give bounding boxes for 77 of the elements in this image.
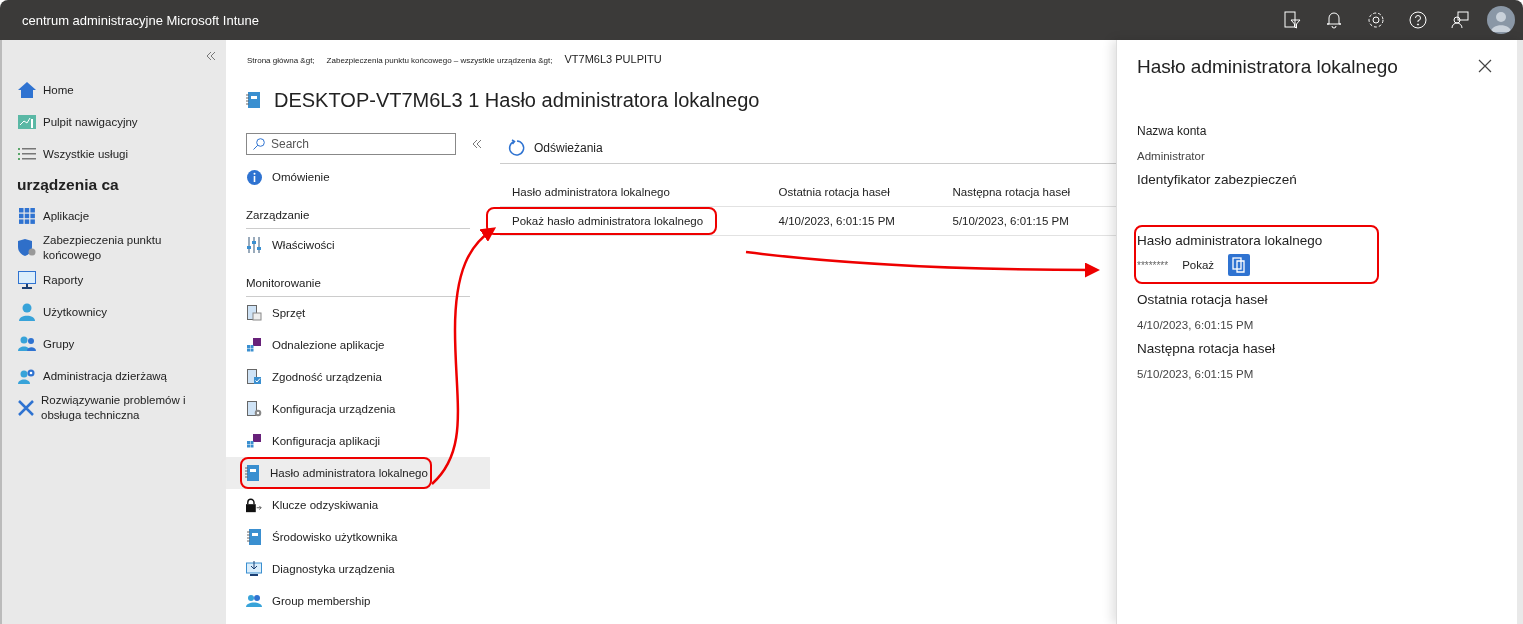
field-label: Ostatnia rotacja haseł bbox=[1137, 292, 1269, 307]
users-icon bbox=[246, 595, 262, 607]
shield-icon bbox=[17, 239, 37, 257]
table-cell: 4/10/2023, 6:01:15 PM bbox=[766, 206, 941, 236]
column-header: Hasło administratora lokalnego bbox=[500, 178, 767, 207]
nav-item[interactable]: Rozwiązywanie problemów i obsługa techniczna bbox=[41, 393, 220, 423]
menu-item[interactable]: Odnalezione aplikacje bbox=[226, 329, 490, 361]
home-icon bbox=[17, 81, 37, 99]
page-title: DESKTOP-VT7M6L3 1 Hasło administratora lokalnego bbox=[274, 88, 760, 112]
field-label: Nazwa konta bbox=[1137, 124, 1208, 138]
close-icon[interactable] bbox=[1477, 59, 1493, 75]
lock-icon bbox=[246, 497, 262, 513]
refresh-icon bbox=[508, 139, 526, 157]
sliders-icon bbox=[247, 237, 261, 253]
menu-item[interactable]: Konfiguracja urządzenia bbox=[226, 393, 490, 425]
search-field[interactable]: Search bbox=[246, 133, 456, 155]
breadcrumb-link[interactable]: Strona główna &gt; bbox=[247, 56, 315, 65]
notebook-icon bbox=[245, 465, 259, 481]
avatar-icon[interactable] bbox=[1487, 6, 1515, 34]
monitor-download-icon bbox=[246, 561, 262, 577]
app-title: centrum administracyjne Microsoft Intune bbox=[22, 12, 260, 28]
nav-item[interactable]: Zabezpieczenia punktu końcowego bbox=[43, 233, 220, 263]
panel-title: Hasło administratora lokalnego bbox=[1137, 56, 1398, 78]
menu-item[interactable]: Sprzęt bbox=[226, 297, 490, 329]
menu-item[interactable]: Omówienie bbox=[226, 161, 490, 193]
field-label: Hasło administratora lokalnego bbox=[1137, 233, 1324, 248]
table-cell: 5/10/2023, 6:01:15 PM bbox=[940, 206, 1116, 236]
notebook-icon bbox=[246, 92, 260, 108]
show-button[interactable]: Pokaż bbox=[1182, 259, 1215, 271]
menu-item[interactable]: Konfiguracja aplikacji bbox=[226, 425, 490, 457]
copy-icon[interactable] bbox=[1228, 254, 1251, 276]
hardware-icon bbox=[246, 305, 262, 321]
users-icon bbox=[18, 336, 36, 352]
menu-section-heading: Zarządzanie bbox=[246, 193, 470, 229]
menu-item[interactable]: Diagnostyka urządzenia bbox=[226, 553, 490, 585]
admin-users-icon bbox=[18, 367, 36, 385]
menu-item[interactable]: Środowisko użytkownika bbox=[226, 521, 490, 553]
breadcrumb-link[interactable]: VT7M6L3 PULPITU bbox=[564, 53, 662, 65]
menu-section-heading: Monitorowanie bbox=[246, 261, 470, 297]
field-label: Następna rotacja haseł bbox=[1137, 341, 1277, 356]
field-label: Identyfikator zabezpieczeń bbox=[1137, 172, 1298, 187]
menu-item[interactable]: Group membership bbox=[226, 585, 490, 617]
show-password-link[interactable]: Pokaż hasło administratora lokalnego bbox=[488, 209, 716, 233]
column-header: Następna rotacja haseł bbox=[940, 178, 1116, 207]
menu-item[interactable]: Zgodność urządzenia bbox=[226, 361, 490, 393]
grid-icon bbox=[19, 208, 35, 224]
menu-item[interactable]: Hasło administratora lokalnego bbox=[226, 457, 490, 489]
device-gear-icon bbox=[246, 401, 262, 417]
dashboard-icon bbox=[18, 115, 36, 129]
breadcrumb-link[interactable]: Zabezpieczenia punktu końcowego – wszystkie urządzenia &gt; bbox=[326, 56, 553, 65]
column-header: Ostatnia rotacja haseł bbox=[766, 178, 941, 207]
nav-item[interactable]: Grupy bbox=[43, 336, 75, 352]
nav-item[interactable]: Administracja dzierżawą bbox=[43, 368, 167, 384]
menu-item[interactable]: Klucze odzyskiwania bbox=[226, 489, 490, 521]
apps-icon bbox=[246, 338, 262, 352]
nav-item[interactable]: Raporty bbox=[43, 272, 84, 288]
notebook-icon bbox=[247, 529, 261, 545]
nav-item[interactable]: Pulpit nawigacyjny bbox=[43, 114, 138, 130]
monitor-icon bbox=[18, 271, 36, 289]
nav-section-heading: urządzenia ca bbox=[16, 175, 120, 195]
menu-item[interactable]: Właściwości bbox=[226, 229, 490, 261]
user-icon bbox=[18, 303, 36, 321]
field-value: Administrator bbox=[1137, 150, 1206, 162]
masked-password: ******** bbox=[1137, 259, 1169, 271]
refresh-button[interactable]: Odświeżania bbox=[508, 139, 603, 157]
nav-item[interactable]: Home bbox=[43, 82, 74, 98]
device-check-icon bbox=[246, 369, 262, 385]
field-value: 5/10/2023, 6:01:15 PM bbox=[1137, 368, 1255, 380]
info-icon bbox=[246, 169, 262, 185]
nav-item[interactable]: Wszystkie usługi bbox=[43, 146, 128, 162]
nav-item[interactable]: Użytkownicy bbox=[43, 304, 107, 320]
field-value: 4/10/2023, 6:01:15 PM bbox=[1137, 319, 1255, 331]
list-icon bbox=[18, 147, 36, 161]
nav-item[interactable]: Aplikacje bbox=[43, 208, 90, 224]
apps-icon bbox=[246, 434, 262, 448]
search-icon bbox=[253, 138, 265, 150]
tools-icon bbox=[17, 399, 35, 417]
